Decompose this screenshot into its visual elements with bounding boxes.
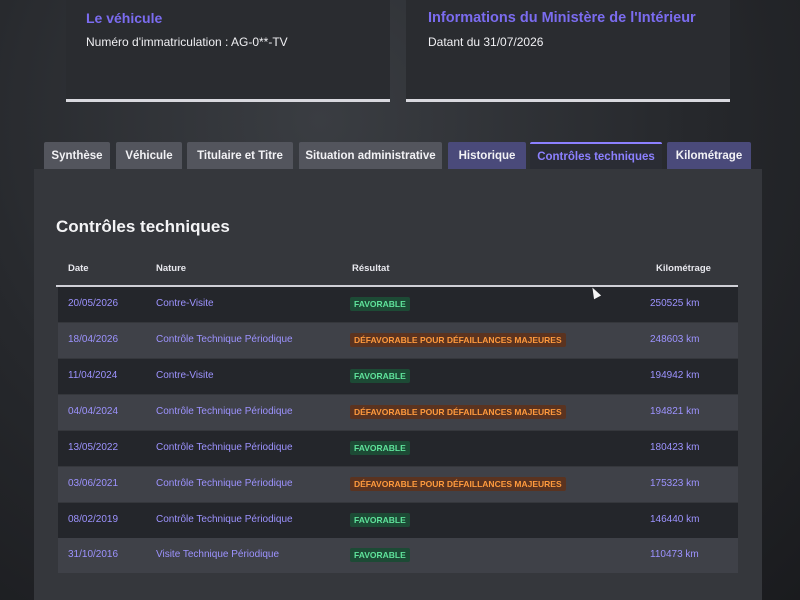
result-badge: FAVORABLE [350, 297, 410, 311]
row-date: 18/04/2026 [68, 334, 119, 345]
row-date: 08/02/2019 [68, 514, 119, 525]
result-badge: DÉFAVORABLE POUR DÉFAILLANCES MAJEURES [350, 405, 566, 419]
row-km: 250525 km [650, 298, 700, 309]
result-badge: FAVORABLE [350, 548, 410, 562]
ministry-card-title: Informations du Ministère de l'Intérieur [428, 10, 696, 26]
table-row: 11/04/2024 Contre-Visite FAVORABLE 19494… [58, 359, 738, 394]
vehicle-card: Le véhicule Numéro d'immatriculation : A… [66, 0, 390, 102]
row-km: 180423 km [650, 442, 700, 453]
result-badge: DÉFAVORABLE POUR DÉFAILLANCES MAJEURES [350, 333, 566, 347]
table-row: 03/06/2021 Contrôle Technique Périodique… [58, 467, 738, 502]
row-km: 194942 km [650, 370, 700, 381]
row-date: 20/05/2026 [68, 298, 119, 309]
row-nature: Contre-Visite [156, 298, 214, 309]
result-badge: FAVORABLE [350, 513, 410, 527]
row-nature: Contrôle Technique Périodique [156, 442, 293, 453]
column-header-nature: Nature [156, 263, 187, 274]
table-row: 18/04/2026 Contrôle Technique Périodique… [58, 323, 738, 358]
registration-number: Numéro d'immatriculation : AG-0**-TV [86, 35, 288, 49]
row-nature: Contre-Visite [156, 370, 214, 381]
column-header-date: Date [68, 263, 89, 274]
result-badge: DÉFAVORABLE POUR DÉFAILLANCES MAJEURES [350, 477, 566, 491]
tab-synthese[interactable]: Synthèse [44, 142, 110, 169]
table-row: 20/05/2026 Contre-Visite FAVORABLE 25052… [58, 287, 738, 322]
column-header-result: Résultat [352, 263, 390, 274]
row-km: 194821 km [650, 406, 700, 417]
table-row: 31/10/2016 Visite Technique Périodique F… [58, 538, 738, 573]
row-date: 11/04/2024 [68, 370, 118, 381]
ministry-card: Informations du Ministère de l'Intérieur… [406, 0, 730, 102]
row-nature: Contrôle Technique Périodique [156, 478, 293, 489]
row-km: 175323 km [650, 478, 700, 489]
screen: Le véhicule Numéro d'immatriculation : A… [0, 0, 800, 600]
ministry-date: Datant du 31/07/2026 [428, 35, 544, 49]
row-km: 248603 km [650, 334, 700, 345]
table-row: 08/02/2019 Contrôle Technique Périodique… [58, 503, 738, 538]
row-km: 110473 km [650, 549, 699, 560]
row-date: 13/05/2022 [68, 442, 119, 453]
row-nature: Visite Technique Périodique [156, 549, 280, 560]
table-header: Date Nature Résultat Kilométrage [56, 261, 738, 287]
tab-kilometrage[interactable]: Kilométrage [667, 142, 751, 169]
tab-situation-administrative[interactable]: Situation administrative [299, 142, 442, 169]
column-header-km: Kilométrage [656, 263, 711, 274]
table-row: 13/05/2022 Contrôle Technique Périodique… [58, 431, 738, 466]
tab-vehicule[interactable]: Véhicule [116, 142, 182, 169]
vehicle-card-title: Le véhicule [86, 10, 163, 26]
result-badge: FAVORABLE [350, 369, 410, 383]
row-date: 04/04/2024 [68, 406, 119, 417]
result-badge: FAVORABLE [350, 441, 410, 455]
row-date: 03/06/2021 [68, 478, 119, 489]
row-date: 31/10/2016 [68, 549, 119, 560]
row-nature: Contrôle Technique Périodique [156, 514, 293, 525]
row-nature: Contrôle Technique Périodique [156, 406, 293, 417]
tab-controles-techniques[interactable]: Contrôles techniques [530, 142, 662, 170]
section-title: Contrôles techniques [56, 217, 230, 236]
row-nature: Contrôle Technique Périodique [156, 334, 293, 345]
table-row: 04/04/2024 Contrôle Technique Périodique… [58, 395, 738, 430]
row-km: 146440 km [650, 514, 700, 525]
tab-historique[interactable]: Historique [448, 142, 526, 169]
content-panel: Contrôles techniques Date Nature Résulta… [34, 169, 762, 600]
tab-titulaire[interactable]: Titulaire et Titre [187, 142, 293, 169]
